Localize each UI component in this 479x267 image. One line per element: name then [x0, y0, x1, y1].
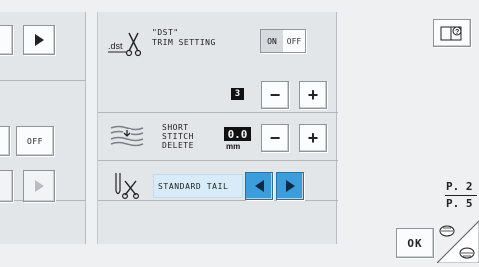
- off-label: OFF: [27, 136, 43, 146]
- page-turn-button[interactable]: [435, 211, 479, 264]
- settings-screen: OFF .dst "DST" TRIM SETTING ON OFF 3 − +…: [0, 0, 479, 264]
- off-button[interactable]: OFF: [16, 126, 54, 156]
- tail-prev-button[interactable]: [245, 172, 273, 200]
- hand-next-icon: [459, 247, 475, 259]
- page-total: P. 5: [446, 197, 473, 210]
- tail-setting-field: STANDARD TAIL: [153, 174, 243, 198]
- short-stitch-plus-button[interactable]: +: [299, 124, 327, 152]
- toggle-on[interactable]: ON: [261, 30, 283, 52]
- page-current: P. 2: [446, 180, 473, 193]
- dst-value-display: 3: [231, 88, 244, 100]
- page-divider: [445, 195, 477, 196]
- short-stitch-minus-button[interactable]: −: [261, 124, 289, 152]
- help-book-icon: ?: [440, 26, 462, 41]
- needle-scissors-icon: [112, 171, 146, 200]
- tail-next-button[interactable]: [276, 172, 304, 200]
- short-stitch-value-display: 0.0: [224, 127, 251, 141]
- left-partial-button: [0, 170, 13, 202]
- dst-plus-button[interactable]: +: [299, 81, 327, 109]
- short-stitch-line3: DELETE: [162, 141, 194, 150]
- svg-text:?: ?: [455, 29, 459, 36]
- hand-prev-icon: [439, 225, 455, 237]
- dst-title-line2: TRIM SETTING: [152, 38, 216, 47]
- right-arrow-icon: [285, 180, 295, 192]
- svg-text:.dst: .dst: [108, 41, 123, 51]
- right-arrow-icon: [34, 180, 44, 192]
- dst-file-icon: .dst: [107, 29, 142, 57]
- ok-button[interactable]: OK: [396, 228, 434, 258]
- dst-title-line1: "DST": [152, 28, 179, 37]
- left-partial-button[interactable]: [0, 126, 10, 156]
- right-arrow-icon: [34, 34, 44, 46]
- dst-minus-button[interactable]: −: [261, 81, 289, 109]
- next-arrow-button-disabled: [23, 170, 55, 202]
- divider: [98, 160, 338, 161]
- left-partial-button[interactable]: [0, 25, 13, 55]
- toggle-off[interactable]: OFF: [283, 30, 305, 52]
- short-stitch-icon: [110, 122, 144, 150]
- divider: [0, 80, 86, 81]
- embroidery-settings-panel: .dst "DST" TRIM SETTING ON OFF 3 − + SHO…: [97, 12, 338, 244]
- short-stitch-line2: STITCH: [162, 132, 194, 141]
- left-arrow-icon: [254, 180, 264, 192]
- short-stitch-line1: SHORT: [162, 123, 189, 132]
- left-settings-panel: OFF: [0, 12, 86, 244]
- divider: [98, 200, 338, 201]
- dst-trim-toggle[interactable]: ON OFF: [260, 29, 306, 53]
- short-stitch-unit: mm: [226, 142, 241, 151]
- next-arrow-button[interactable]: [23, 25, 55, 55]
- divider: [98, 112, 338, 113]
- help-button[interactable]: ?: [433, 19, 471, 47]
